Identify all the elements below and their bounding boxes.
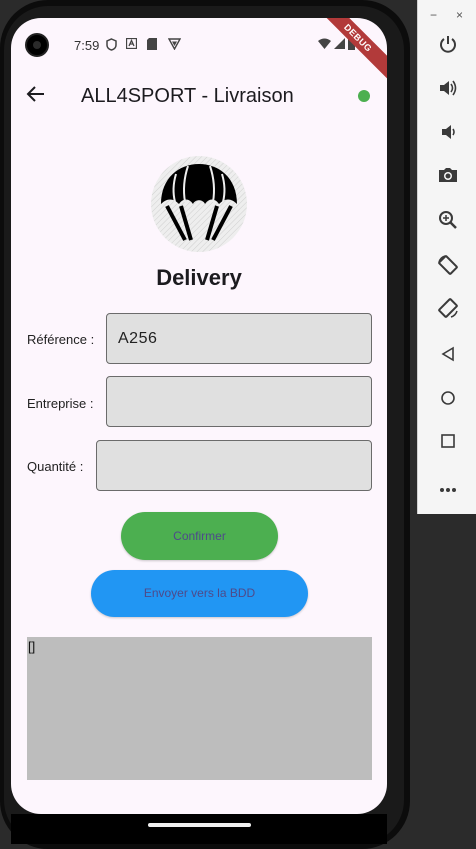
arrow-back-icon: [26, 86, 44, 102]
entreprise-label: Entreprise :: [27, 396, 94, 411]
quantite-label: Quantité :: [27, 459, 84, 474]
app-screen: 7:59 DEBUG ALL4SPORT - Livraison Deliver…: [11, 18, 387, 814]
rotate-left-icon[interactable]: [434, 254, 462, 282]
sd-card-icon: [147, 38, 157, 50]
parachute-icon: [151, 156, 247, 252]
confirm-button[interactable]: Confirmer: [121, 512, 278, 560]
volume-down-icon[interactable]: [434, 122, 462, 150]
status-time: 7:59: [74, 38, 100, 53]
more-icon[interactable]: [434, 473, 462, 501]
home-gesture-handle[interactable]: [148, 823, 251, 827]
camera-icon[interactable]: [434, 165, 462, 193]
rotate-right-icon[interactable]: [434, 297, 462, 325]
parachute-logo: [151, 156, 247, 252]
entreprise-field[interactable]: [106, 376, 372, 427]
page-title: ALL4SPORT - Livraison: [81, 85, 294, 107]
shield-icon: [106, 38, 117, 51]
overview-icon[interactable]: [434, 429, 462, 457]
delivery-heading: Delivery: [156, 265, 242, 290]
camera-punch-hole: [25, 33, 49, 57]
send-to-db-button[interactable]: Envoyer vers la BDD: [91, 570, 308, 617]
signal-icon: [334, 38, 345, 49]
quantite-field[interactable]: [96, 440, 372, 491]
volume-up-icon[interactable]: [434, 78, 462, 106]
zoom-icon[interactable]: [434, 210, 462, 238]
emulator-toolbar: − ×: [417, 0, 476, 514]
a-icon: [126, 38, 137, 49]
minimize-icon[interactable]: −: [430, 8, 437, 22]
gesture-bar: [11, 814, 387, 844]
power-icon[interactable]: [434, 34, 462, 62]
reference-field[interactable]: A256: [106, 313, 372, 364]
result-panel: []: [27, 637, 372, 780]
vpn-icon: [168, 38, 181, 50]
wifi-icon: [318, 38, 331, 49]
home-icon[interactable]: [434, 386, 462, 414]
close-icon[interactable]: ×: [456, 8, 463, 22]
result-text: []: [28, 639, 36, 654]
connection-status-dot: [358, 90, 370, 102]
back-icon[interactable]: [434, 342, 462, 370]
back-button[interactable]: [26, 84, 46, 108]
debug-banner: DEBUG: [313, 18, 387, 83]
reference-label: Référence :: [27, 332, 95, 347]
